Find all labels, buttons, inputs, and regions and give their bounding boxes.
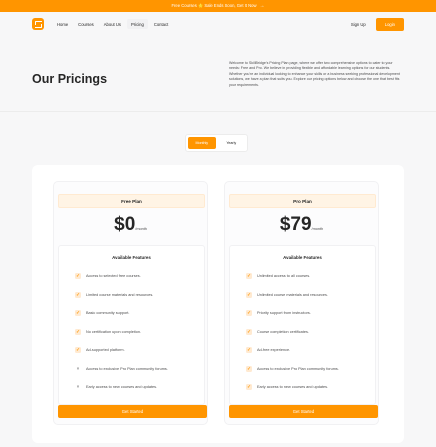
billing-toggle: Monthly Yearly — [185, 134, 248, 152]
plan-price: $79/month — [225, 214, 378, 236]
promo-banner[interactable]: Free Courses 🌟 Sale Ends Soon, Get It No… — [0, 0, 436, 12]
feature-item: ✓ Ad-free experience. — [246, 347, 290, 353]
feature-text: Early access to new courses and updates. — [257, 385, 329, 389]
feature-text: Ad-supported platform. — [86, 348, 125, 352]
check-icon: ✓ — [246, 383, 252, 390]
price-amount: $0 — [114, 214, 136, 235]
cross-icon: × — [76, 383, 80, 389]
price-amount: $79 — [279, 214, 312, 235]
check-icon: ✓ — [246, 291, 252, 298]
check-icon: ✓ — [75, 309, 81, 316]
features-box: Available Features ✓ Access to selected f… — [58, 245, 205, 405]
check-icon: ✓ — [246, 365, 252, 372]
feature-text: Unlimited access to all courses. — [257, 274, 311, 278]
nav-item-contact[interactable]: Contact — [150, 19, 172, 29]
feature-item: × Early access to new courses and updates… — [75, 384, 157, 390]
features-heading: Available Features — [112, 255, 151, 260]
price-period: /month — [311, 227, 324, 231]
feature-text: Limited course materials and resources. — [86, 293, 154, 297]
feature-text: Priority support from instructors. — [257, 311, 311, 315]
arrow-right-icon: → — [259, 3, 265, 9]
hero-section: Our Pricings Welcome to SkillBridge's Pr… — [0, 50, 436, 112]
plan-name: Free Plan — [58, 194, 205, 208]
feature-item: ✓ Ad-supported platform. — [75, 347, 125, 353]
get-started-button[interactable]: Get Started — [229, 405, 378, 418]
feature-item: ✓ Access to exclusive Pro Plan community … — [246, 366, 339, 372]
feature-item: ✓ Access to selected free courses. — [75, 273, 141, 279]
feature-item: ✓ No certification upon completion. — [75, 329, 141, 335]
feature-text: Access to exclusive Pro Plan community f… — [257, 367, 339, 371]
feature-item: ✓ Basic community support. — [75, 310, 129, 316]
plan-card-pro: Pro Plan $79/month Available Features ✓ U… — [224, 181, 379, 425]
yearly-toggle-button[interactable]: Yearly — [218, 137, 246, 149]
nav-item-home[interactable]: Home — [53, 19, 72, 29]
nav-item-courses[interactable]: Courses — [74, 19, 98, 29]
page-title: Our Pricings — [32, 72, 108, 86]
check-icon: ✓ — [246, 328, 252, 335]
nav-actions: Sign Up Login — [351, 17, 404, 31]
check-icon: ✓ — [246, 272, 252, 279]
plan-price: $0/month — [54, 214, 207, 236]
feature-text: Access to selected free courses. — [86, 274, 141, 278]
plan-card-free: Free Plan $0/month Available Features ✓ A… — [53, 181, 208, 425]
feature-text: Course completion certificates. — [257, 330, 309, 334]
check-icon: ✓ — [246, 309, 252, 316]
feature-item: ✓ Course completion certificates. — [246, 329, 309, 335]
feature-item: × Access to exclusive Pro Plan community … — [75, 366, 168, 372]
feature-text: Ad-free experience. — [257, 348, 291, 352]
monthly-toggle-button[interactable]: Monthly — [188, 137, 216, 149]
feature-item: ✓ Early access to new courses and updates… — [246, 384, 328, 390]
logo[interactable] — [32, 18, 44, 30]
feature-text: Access to exclusive Pro Plan community f… — [86, 367, 168, 371]
check-icon: ✓ — [75, 328, 81, 335]
feature-text: No certification upon completion. — [86, 330, 142, 334]
feature-text: Basic community support. — [86, 311, 130, 315]
check-icon: ✓ — [246, 346, 252, 353]
nav-item-pricing[interactable]: Pricing — [127, 19, 148, 29]
feature-item: ✓ Limited course materials and resources. — [75, 292, 153, 298]
navbar: Home Courses About Us Pricing Contact Si… — [32, 16, 404, 32]
cross-icon: × — [76, 365, 80, 371]
features-box: Available Features ✓ Unlimited access to … — [229, 245, 376, 405]
plan-name: Pro Plan — [229, 194, 376, 208]
check-icon: ✓ — [75, 272, 81, 279]
nav-menu: Home Courses About Us Pricing Contact — [53, 19, 172, 29]
page-description: Welcome to SkillBridge's Pricing Plan pa… — [229, 61, 400, 87]
check-icon: ✓ — [75, 291, 81, 298]
feature-item: ✓ Unlimited course materials and resource… — [246, 292, 328, 298]
feature-text: Unlimited course materials and resources… — [257, 293, 328, 297]
price-period: /month — [135, 227, 147, 231]
get-started-button[interactable]: Get Started — [58, 405, 207, 418]
login-button[interactable]: Login — [375, 17, 404, 31]
nav-item-about-us[interactable]: About Us — [100, 19, 125, 29]
feature-text: Early access to new courses and updates. — [86, 385, 158, 389]
check-icon: ✓ — [75, 346, 81, 353]
features-heading: Available Features — [283, 255, 322, 260]
signup-link[interactable]: Sign Up — [351, 22, 366, 27]
feature-item: ✓ Unlimited access to all courses. — [246, 273, 310, 279]
feature-item: ✓ Priority support from instructors. — [246, 310, 311, 316]
promo-banner-text: Free Courses 🌟 Sale Ends Soon, Get It No… — [171, 3, 257, 8]
